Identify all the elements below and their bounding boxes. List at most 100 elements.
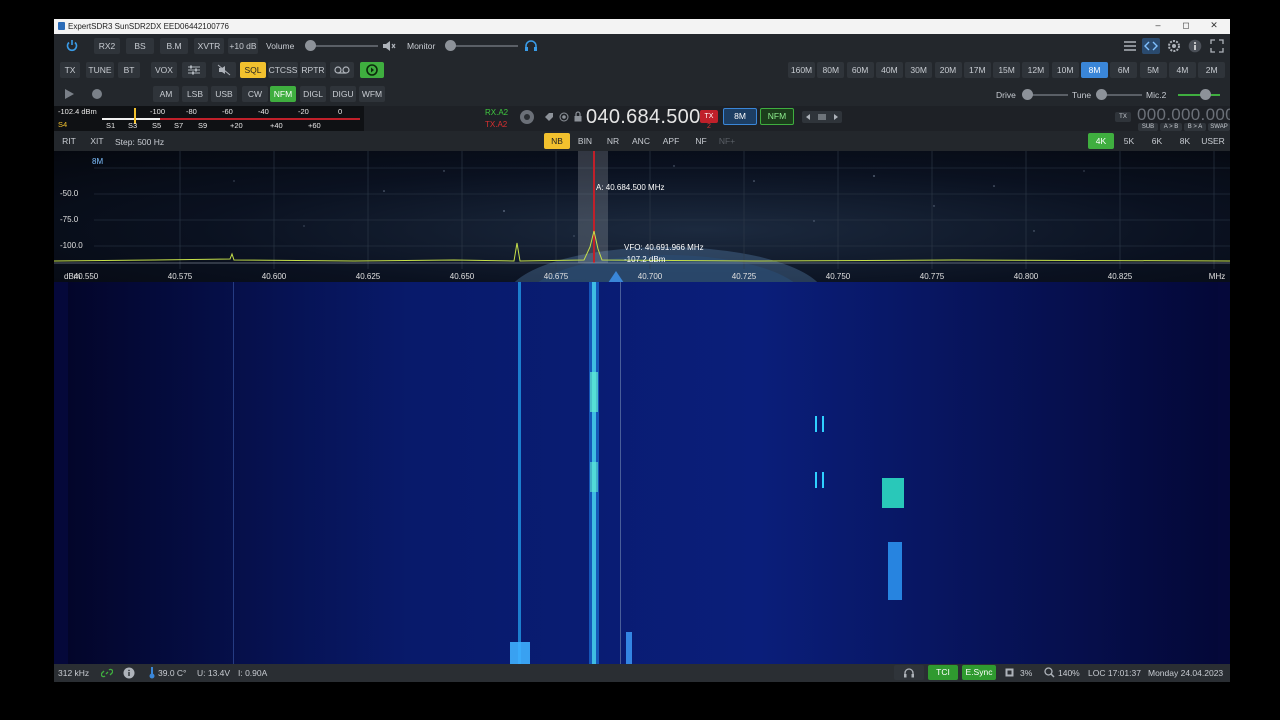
rit-button[interactable]: RIT: [60, 133, 78, 149]
vfo-triangle-marker[interactable]: [608, 271, 624, 282]
mode-button-nfm[interactable]: NFM: [270, 86, 296, 102]
info-icon[interactable]: [1188, 39, 1202, 53]
vfo-mode-box[interactable]: NFM: [760, 108, 794, 125]
mode-button-digl[interactable]: DIGL: [300, 86, 326, 102]
bs-button[interactable]: BS: [126, 38, 154, 54]
filter-button-5k[interactable]: 5K: [1116, 133, 1142, 149]
tci-button[interactable]: TCI: [928, 665, 958, 680]
vfo-knob-icon[interactable]: [519, 109, 535, 125]
volume-slider-knob[interactable]: [305, 40, 316, 51]
mic-slider[interactable]: [1178, 94, 1220, 96]
zoom-icon[interactable]: [1044, 667, 1055, 678]
dsp-button-apf[interactable]: APF: [658, 133, 684, 149]
waterfall-panel[interactable]: [54, 282, 1230, 664]
headphones-icon[interactable]: [524, 39, 538, 52]
close-button[interactable]: ✕: [1200, 20, 1228, 31]
rptr-button[interactable]: RPTR: [300, 62, 326, 78]
menu-list-icon[interactable]: [1122, 38, 1138, 54]
code-view-button[interactable]: [1142, 38, 1160, 54]
tune-power-slider-knob[interactable]: [1096, 89, 1107, 100]
play-icon[interactable]: [63, 88, 75, 100]
speaker-mute-icon[interactable]: [382, 40, 396, 52]
mode-button-usb[interactable]: USB: [211, 86, 237, 102]
mode-button-digu[interactable]: DIGU: [330, 86, 356, 102]
b-to-a-button[interactable]: B > A: [1184, 123, 1206, 131]
vfo-band-box[interactable]: 8M: [723, 108, 757, 125]
sql-button[interactable]: SQL: [240, 62, 266, 78]
vfo-b-tx-button[interactable]: TX: [1115, 112, 1131, 122]
filter-button-user[interactable]: USER: [1200, 133, 1226, 149]
monitor-slider[interactable]: [446, 45, 518, 47]
band-button-5m[interactable]: 5M: [1139, 62, 1167, 78]
band-button-30m[interactable]: 30M: [905, 62, 933, 78]
record-button[interactable]: [330, 62, 354, 78]
tx-badge[interactable]: TX: [700, 110, 718, 123]
esync-button[interactable]: E.Sync: [962, 665, 996, 680]
dsp-button-anc[interactable]: ANC: [628, 133, 654, 149]
dsp-button-nb[interactable]: NB: [544, 133, 570, 149]
band-button-17m[interactable]: 17M: [963, 62, 991, 78]
tag-icon[interactable]: [544, 112, 554, 122]
gear-icon[interactable]: [1167, 39, 1181, 53]
plus10db-button[interactable]: +10 dB: [228, 38, 258, 54]
bm-button[interactable]: B.M: [160, 38, 188, 54]
band-button-60m[interactable]: 60M: [846, 62, 874, 78]
band-button-40m[interactable]: 40M: [875, 62, 903, 78]
restore-button[interactable]: ◻: [1172, 20, 1200, 31]
vfo-a-frequency[interactable]: 040.684.500: [586, 106, 701, 129]
rx-dot-icon[interactable]: [559, 112, 569, 122]
band-button-4m[interactable]: 4M: [1168, 62, 1196, 78]
band-button-12m[interactable]: 12M: [1022, 62, 1050, 78]
power-button[interactable]: [62, 38, 82, 54]
vfo-b-frequency[interactable]: 000.000.000: [1137, 105, 1230, 125]
filter-button-8k[interactable]: 8K: [1172, 133, 1198, 149]
play-record-button[interactable]: [360, 62, 384, 78]
mute-mic-button[interactable]: [212, 62, 236, 78]
monitor-slider-knob[interactable]: [445, 40, 456, 51]
drive-slider-knob[interactable]: [1022, 89, 1033, 100]
sub-button[interactable]: SUB: [1138, 123, 1158, 131]
equalizer-button[interactable]: [182, 62, 206, 78]
band-button-20m[interactable]: 20M: [934, 62, 962, 78]
mode-button-lsb[interactable]: LSB: [182, 86, 208, 102]
band-button-2m[interactable]: 2M: [1198, 62, 1226, 78]
minimize-button[interactable]: –: [1144, 20, 1172, 30]
vfo-step-arrows[interactable]: [802, 111, 842, 123]
spectrum-panel[interactable]: 8M -50.0 -75.0 -100.0 dBm A: 40.684.500 …: [54, 151, 1230, 282]
swap-button[interactable]: SWAP: [1208, 123, 1230, 131]
a-to-b-button[interactable]: A > B: [1160, 123, 1182, 131]
xvtr-button[interactable]: XVTR: [194, 38, 224, 54]
mic-slider-knob[interactable]: [1200, 89, 1211, 100]
meter-bottom-tick: S1: [106, 121, 116, 130]
band-button-8m[interactable]: 8M: [1081, 62, 1108, 78]
headphone-status-button[interactable]: [894, 665, 924, 680]
bt-button[interactable]: BT: [118, 62, 140, 78]
mode-button-wfm[interactable]: WFM: [359, 86, 385, 102]
dsp-button-nf[interactable]: NF: [688, 133, 714, 149]
record-dot-icon[interactable]: [91, 88, 103, 100]
band-button-160m[interactable]: 160M: [788, 62, 815, 78]
dsp-button-nf-plus[interactable]: NF+: [714, 133, 740, 149]
filter-button-6k[interactable]: 6K: [1144, 133, 1170, 149]
dsp-button-nr[interactable]: NR: [600, 133, 626, 149]
fullscreen-icon[interactable]: [1210, 39, 1224, 53]
filter-button-4k[interactable]: 4K: [1088, 133, 1114, 149]
rx2-button[interactable]: RX2: [94, 38, 120, 54]
info-small-icon[interactable]: [123, 667, 135, 679]
tx-button[interactable]: TX: [60, 62, 80, 78]
band-button-15m[interactable]: 15M: [993, 62, 1021, 78]
mode-button-cw[interactable]: CW: [242, 86, 268, 102]
tune-button[interactable]: TUNE: [86, 62, 114, 78]
dsp-button-bin[interactable]: BIN: [572, 133, 598, 149]
link-icon[interactable]: [101, 667, 113, 679]
vox-button[interactable]: VOX: [151, 62, 177, 78]
mode-button-am[interactable]: AM: [153, 86, 179, 102]
band-button-6m[interactable]: 6M: [1110, 62, 1138, 78]
band-button-10m[interactable]: 10M: [1051, 62, 1079, 78]
xit-button[interactable]: XIT: [88, 133, 106, 149]
ctcss-button[interactable]: CTCSS: [268, 62, 298, 78]
band-button-80m[interactable]: 80M: [817, 62, 845, 78]
volume-slider[interactable]: [306, 45, 378, 47]
step-label[interactable]: Step: 500 Hz: [115, 137, 164, 147]
lock-icon[interactable]: [573, 111, 583, 122]
